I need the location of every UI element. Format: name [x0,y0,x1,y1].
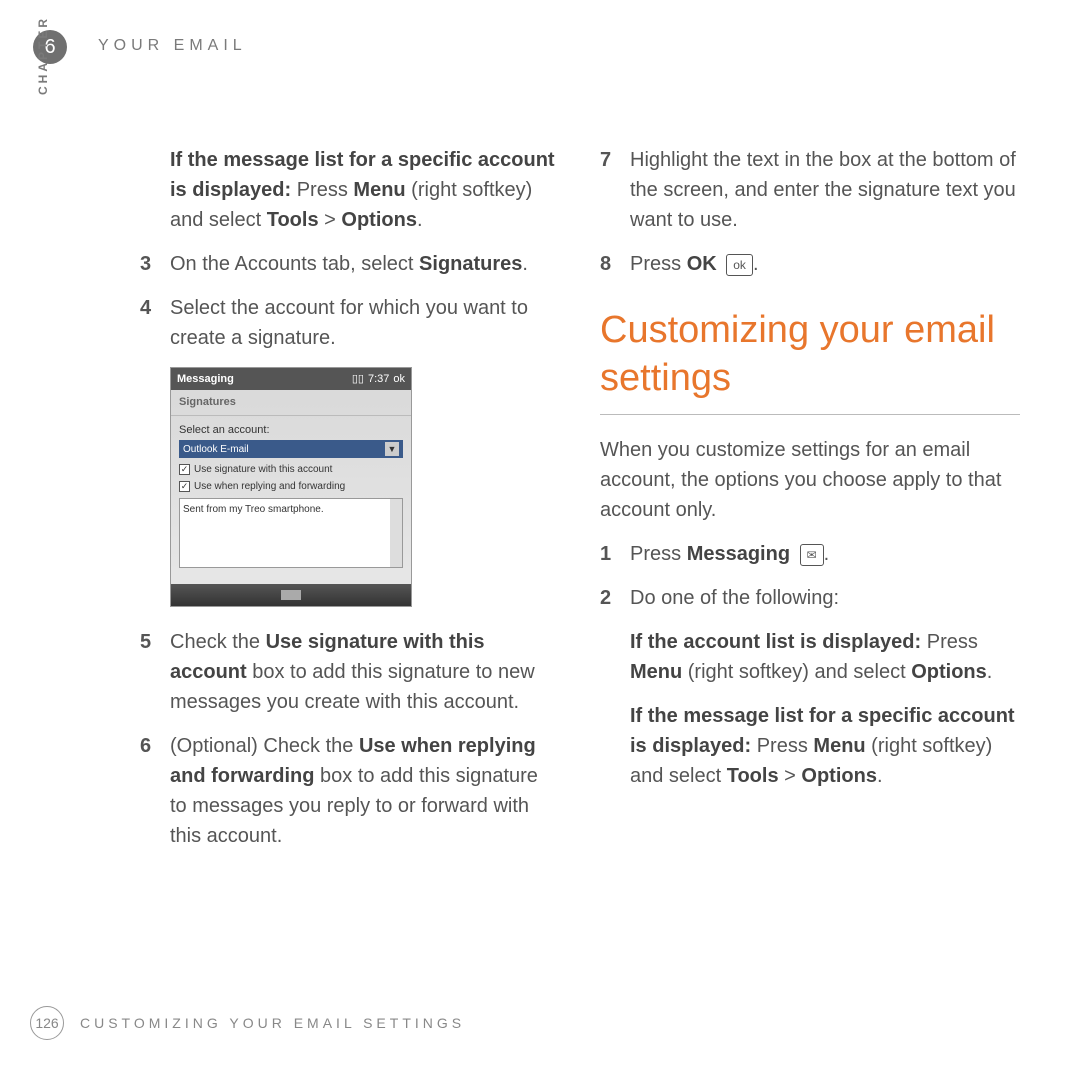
checkbox-checked-icon: ✓ [179,464,190,475]
heading-divider [600,414,1020,415]
rstep-2a: If the account list is displayed: Press … [630,627,1020,687]
ok-icon: ok [393,371,405,388]
screenshot-titlebar: Messaging ▯▯ 7:37 ok [171,368,411,390]
select-account-label: Select an account: [179,422,403,439]
running-header: YOUR EMAIL [98,37,247,55]
page-footer: 126 CUSTOMIZING YOUR EMAIL SETTINGS [30,1006,465,1040]
screenshot-bottom-bar [171,584,411,606]
screenshot-time: 7:37 [368,371,389,388]
step-number: 6 [140,731,170,851]
rstep-1: 1 Press Messaging ✉. [600,539,1020,569]
step-number: 3 [140,249,170,279]
chevron-down-icon: ▼ [385,442,399,456]
messaging-key-icon: ✉ [800,544,824,566]
step-4: 4 Select the account for which you want … [140,293,560,353]
right-column: 7 Highlight the text in the box at the b… [600,145,1020,865]
step-3: 3 On the Accounts tab, select Signatures… [140,249,560,279]
step-body: Press Messaging ✉. [630,539,1020,569]
step-number: 8 [600,249,630,279]
step-number: 5 [140,627,170,717]
step-number: 4 [140,293,170,353]
step-body: Do one of the following: [630,583,1020,613]
left-intro: If the message list for a specific accou… [170,145,560,235]
content-area: If the message list for a specific accou… [140,145,1030,865]
step-7: 7 Highlight the text in the box at the b… [600,145,1020,235]
signal-icon: ▯▯ [352,371,364,388]
section-intro: When you customize settings for an email… [600,435,1020,525]
checkbox-checked-icon: ✓ [179,481,190,492]
step-body: Highlight the text in the box at the bot… [630,145,1020,235]
step-number: 1 [600,539,630,569]
step-body: On the Accounts tab, select Signatures. [170,249,560,279]
section-heading: Customizing your email settings [600,307,1020,402]
left-column: If the message list for a specific accou… [140,145,560,865]
step-body: Select the account for which you want to… [170,293,560,353]
step-5: 5 Check the Use signature with this acco… [140,627,560,717]
page-number: 126 [35,1015,58,1031]
use-reply-forward-checkbox-row[interactable]: ✓ Use when replying and forwarding [179,479,403,494]
ok-key-icon: ok [726,254,753,276]
page-number-badge: 126 [30,1006,64,1040]
screenshot-tab: Signatures [171,390,411,416]
chapter-vertical-label: CHAPTER [36,16,50,95]
signatures-screenshot: Messaging ▯▯ 7:37 ok Signatures Select a… [170,367,412,607]
keyboard-icon [281,590,301,600]
screenshot-body: Select an account: Outlook E-mail ▼ ✓ Us… [171,416,411,575]
use-signature-checkbox-row[interactable]: ✓ Use signature with this account [179,462,403,477]
step-body: Check the Use signature with this accoun… [170,627,560,717]
account-dropdown[interactable]: Outlook E-mail ▼ [179,440,403,458]
screenshot-title: Messaging [177,371,234,388]
account-selected: Outlook E-mail [183,442,249,457]
step-body: Press OK ok. [630,249,1020,279]
rstep-2: 2 Do one of the following: [600,583,1020,613]
step-number: 2 [600,583,630,613]
step-body: (Optional) Check the Use when replying a… [170,731,560,851]
step-6: 6 (Optional) Check the Use when replying… [140,731,560,851]
rstep-2b: If the message list for a specific accou… [630,701,1020,791]
footer-text: CUSTOMIZING YOUR EMAIL SETTINGS [80,1015,465,1031]
signature-textarea[interactable]: Sent from my Treo smartphone. [179,498,403,568]
scrollbar[interactable] [390,499,402,567]
step-8: 8 Press OK ok. [600,249,1020,279]
step-number: 7 [600,145,630,235]
